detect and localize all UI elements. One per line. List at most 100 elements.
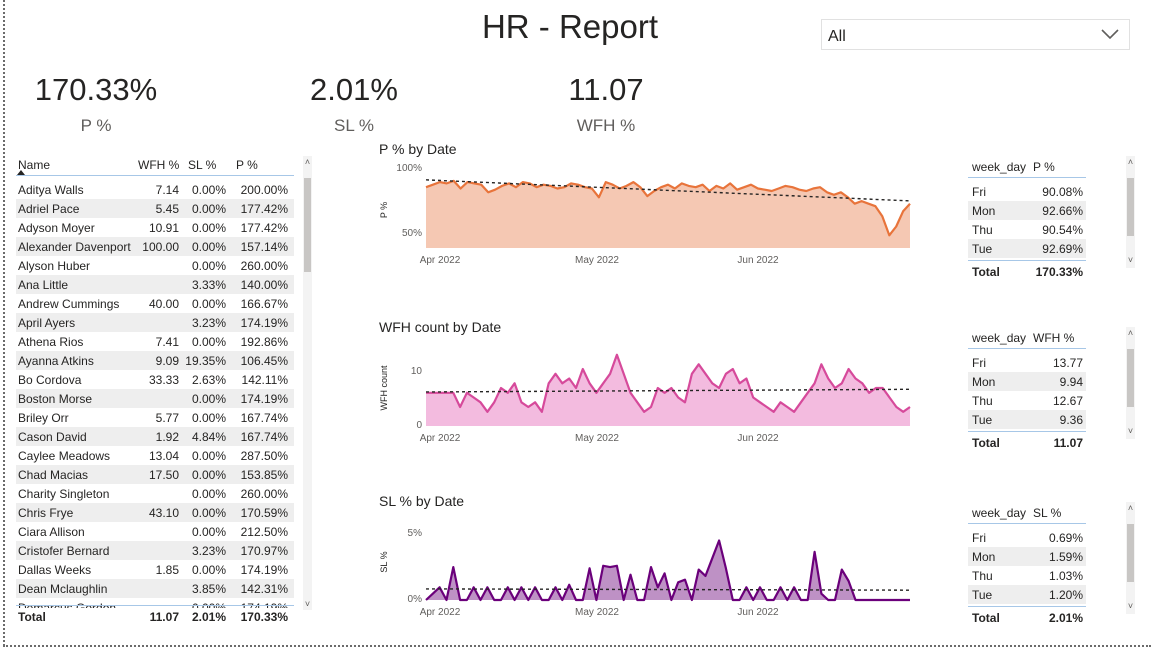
scroll-down-icon[interactable]: ˅ xyxy=(303,600,312,609)
table-row[interactable]: Fri 0.69% xyxy=(968,528,1086,547)
table-row[interactable]: Dean Mclaughlin 3.85% 142.31% xyxy=(16,579,294,598)
column-header-week-day[interactable]: week_day xyxy=(972,506,1026,520)
table-row[interactable]: Adriel Pace 5.45 0.00% 177.42% xyxy=(16,199,294,218)
cell-sl: 0.00% xyxy=(191,297,226,311)
table-row[interactable]: Aditya Walls 7.14 0.00% 200.00% xyxy=(16,180,294,199)
table-row[interactable]: Mon 9.94 xyxy=(968,372,1086,391)
table-row[interactable]: Alexander Davenport 100.00 0.00% 157.14% xyxy=(16,237,294,256)
table-row[interactable]: Charity Singleton 0.00% 260.00% xyxy=(16,484,294,503)
weekday-table-scrollbar[interactable]: ˄ ˅ xyxy=(1126,502,1135,614)
column-header-sl[interactable]: SL % xyxy=(188,158,216,172)
scrollbar-thumb[interactable] xyxy=(1127,524,1134,582)
cell-week-day: Thu xyxy=(972,569,993,583)
cell-wfh: 13.04 xyxy=(148,449,179,463)
table-row[interactable]: Ayanna Atkins 9.09 19.35% 106.45% xyxy=(16,351,294,370)
scrollbar-thumb[interactable] xyxy=(1127,349,1134,407)
column-header-measure[interactable]: WFH % xyxy=(1033,331,1074,345)
table-row[interactable]: Thu 12.67 xyxy=(968,391,1086,410)
scroll-up-icon[interactable]: ˄ xyxy=(1126,158,1135,167)
table-row[interactable]: Dallas Weeks 1.85 0.00% 174.19% xyxy=(16,560,294,579)
table-row[interactable]: Bo Cordova 33.33 2.63% 142.11% xyxy=(16,370,294,389)
chart-title-wfh: WFH count by Date xyxy=(379,319,502,335)
table-row[interactable]: Briley Orr 5.77 0.00% 167.74% xyxy=(16,408,294,427)
cell-p: 192.86% xyxy=(240,335,288,349)
total-value: 170.33% xyxy=(1035,265,1083,279)
table-row[interactable]: Ciara Allison 0.00% 212.50% xyxy=(16,522,294,541)
table-row[interactable]: Tue 92.69% xyxy=(968,239,1086,258)
cell-p: 167.74% xyxy=(240,430,288,444)
column-header-week-day[interactable]: week_day xyxy=(972,160,1026,174)
scroll-up-icon[interactable]: ˄ xyxy=(1126,504,1135,513)
table-row[interactable]: Andrew Cummings 40.00 0.00% 166.67% xyxy=(16,294,294,313)
table-scrollbar[interactable]: ˄ ˅ xyxy=(303,156,312,610)
y-axis-title: P % xyxy=(379,202,389,218)
table-row[interactable]: Alyson Huber 0.00% 260.00% xyxy=(16,256,294,275)
scroll-up-icon[interactable]: ˄ xyxy=(1126,329,1135,338)
cell-sl: 0.00% xyxy=(191,183,226,197)
table-row[interactable]: April Ayers 3.23% 174.19% xyxy=(16,313,294,332)
kpi-label: WFH % xyxy=(576,116,636,135)
cell-name: Ciara Allison xyxy=(18,525,85,539)
scroll-down-icon[interactable]: ˅ xyxy=(1126,602,1135,611)
table-row[interactable]: Mon 1.59% xyxy=(968,547,1086,566)
cell-sl: 0.00% xyxy=(191,202,226,216)
cell-sl: 0.00% xyxy=(191,392,226,406)
scroll-down-icon[interactable]: ˅ xyxy=(1126,256,1135,265)
cell-measure: 92.69% xyxy=(1042,242,1083,256)
cell-name: Adyson Moyer xyxy=(18,221,95,235)
table-row[interactable]: Cason David 1.92 4.84% 167.74% xyxy=(16,427,294,446)
table-row[interactable]: Chris Frye 43.10 0.00% 170.59% xyxy=(16,503,294,522)
table-row[interactable]: Tue 1.20% xyxy=(968,585,1086,604)
series-line[interactable] xyxy=(425,539,910,602)
cell-name: Ana Little xyxy=(18,278,69,292)
cell-p: 170.59% xyxy=(240,506,288,520)
table-header: week_day SL % xyxy=(968,502,1086,524)
cell-name: Dean Mclaughlin xyxy=(18,582,108,596)
y-tick-label: 0% xyxy=(408,594,423,605)
table-row[interactable]: Thu 1.03% xyxy=(968,566,1086,585)
table-row[interactable]: Athena Rios 7.41 0.00% 192.86% xyxy=(16,332,294,351)
scroll-down-icon[interactable]: ˅ xyxy=(1126,427,1135,436)
cell-p: 174.19% xyxy=(240,316,288,330)
column-header-week-day[interactable]: week_day xyxy=(972,331,1026,345)
weekday-table-scrollbar[interactable]: ˄ ˅ xyxy=(1126,327,1135,439)
table-header: week_day P % xyxy=(968,156,1086,178)
cell-name: April Ayers xyxy=(18,316,76,330)
table-total-row: Total 2.01% xyxy=(968,606,1086,626)
table-row[interactable]: Chad Macias 17.50 0.00% 153.85% xyxy=(16,465,294,484)
scrollbar-thumb[interactable] xyxy=(304,178,311,272)
total-label: Total xyxy=(972,436,1000,450)
kpi-value: 11.07 xyxy=(568,72,644,107)
table-row[interactable]: Boston Morse 0.00% 174.19% xyxy=(16,389,294,408)
scroll-up-icon[interactable]: ˄ xyxy=(303,158,312,167)
cell-p: 153.85% xyxy=(240,468,288,482)
cell-name: Alexander Davenport xyxy=(18,240,131,254)
cell-week-day: Mon xyxy=(972,375,996,389)
column-header-measure[interactable]: P % xyxy=(1033,160,1055,174)
filter-slicer-dropdown[interactable]: All xyxy=(821,19,1130,50)
cell-wfh: 1.85 xyxy=(155,563,179,577)
weekday-table-scrollbar[interactable]: ˄ ˅ xyxy=(1126,156,1135,268)
column-header-p[interactable]: P % xyxy=(236,158,258,172)
table-row[interactable]: Tue 9.36 xyxy=(968,410,1086,429)
table-row[interactable]: Mon 92.66% xyxy=(968,201,1086,220)
column-header-measure[interactable]: SL % xyxy=(1033,506,1061,520)
table-row[interactable]: Cristofer Bernard 3.23% 170.97% xyxy=(16,541,294,560)
cell-p: 174.19% xyxy=(240,563,288,577)
kpi-label: SL % xyxy=(333,116,374,135)
total-label: Total xyxy=(972,265,1000,279)
cell-measure: 9.36 xyxy=(1059,413,1083,427)
cell-name: Athena Rios xyxy=(18,335,84,349)
y-axis-title: WFH count xyxy=(379,365,389,411)
cell-week-day: Fri xyxy=(972,531,986,545)
table-row[interactable]: Ana Little 3.33% 140.00% xyxy=(16,275,294,294)
table-row[interactable]: Thu 90.54% xyxy=(968,220,1086,239)
scrollbar-thumb[interactable] xyxy=(1127,178,1134,236)
cell-wfh: 100.00 xyxy=(142,240,179,254)
cell-p: 167.74% xyxy=(240,411,288,425)
table-row[interactable]: Fri 13.77 xyxy=(968,353,1086,372)
column-header-wfh[interactable]: WFH % xyxy=(138,158,179,172)
table-row[interactable]: Fri 90.08% xyxy=(968,182,1086,201)
table-row[interactable]: Caylee Meadows 13.04 0.00% 287.50% xyxy=(16,446,294,465)
table-row[interactable]: Adyson Moyer 10.91 0.00% 177.42% xyxy=(16,218,294,237)
